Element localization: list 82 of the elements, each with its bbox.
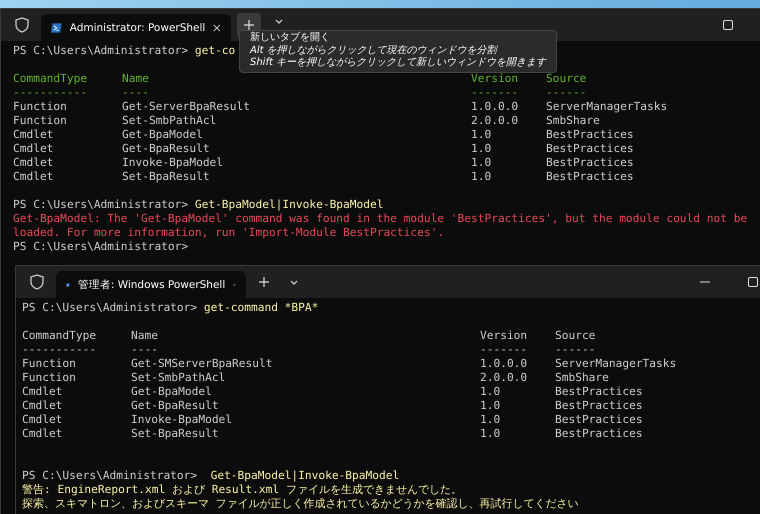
prompt-text: PS C:\Users\Administrator> [13,198,190,211]
table-cell: 1.0 [480,399,500,412]
table-cell: BestPractices [546,128,634,141]
table-cell: 2.0.0.0 [471,114,518,127]
terminal-tab[interactable]: Administrator: PowerShell [41,14,231,42]
column-header: Source [546,72,586,85]
column-header: Name [122,72,149,85]
table-cell: Set-SmbPathAcl [122,114,216,127]
table-cell: Cmdlet [13,156,54,169]
table-cell: BestPractices [555,427,643,440]
command-text: Get-BpaModel|Invoke-BpaModel [210,469,400,482]
table-cell: Function [13,114,67,127]
error-message: Get-BpaModel: The 'Get-BpaModel' command was found in the module 'BestPractices', but the module could not be [13,212,748,226]
column-header: Name [131,329,158,342]
table-cell: Set-BpaResult [122,170,210,183]
header-underline: ---- [122,86,149,99]
table-cell: Set-SmbPathAcl [131,371,226,384]
column-header: CommandType [13,72,88,85]
table-cell: 1.0 [480,413,500,426]
table-cell: 1.0 [480,385,500,398]
column-header: Version [480,329,528,342]
command-text: Get-BpaModel|Invoke-BpaModel [194,198,384,211]
table-cell: 1.0.0.0 [471,100,518,113]
table-cell: 1.0.0.0 [480,357,528,370]
table-cell: Function [13,100,67,113]
header-underline: ------ [555,343,596,356]
table-cell: ServerManagerTasks [546,100,668,113]
header-underline: ----------- [22,343,96,356]
table-cell: Cmdlet [13,128,54,141]
table-cell: Get-ServerBpaResult [122,100,250,113]
table-cell: Function [22,371,76,384]
command-text: get-command *BPA* [204,301,318,314]
prompt-text: PS C:\Users\Administrator> [22,301,198,314]
prompt-text: PS C:\Users\Administrator> [13,240,190,253]
table-cell: 1.0 [471,142,492,155]
column-header: Source [555,329,596,342]
warning-message: 警告: EngineReport.xml および Result.xml ファイルを生成できませんでした。 [22,483,463,497]
terminal-tab[interactable]: 管理者: Windows PowerShell [56,271,246,299]
header-underline: ------ [546,86,586,99]
header-underline: ------- [471,86,518,99]
table-cell: 1.0 [480,427,500,440]
table-cell: Get-BpaResult [122,142,210,155]
table-cell: Cmdlet [13,142,54,155]
table-cell: BestPractices [546,156,634,169]
table-cell: Set-BpaResult [131,427,219,440]
header-underline: ---- [131,343,158,356]
table-cell: Cmdlet [13,170,54,183]
table-cell: SmbShare [555,371,609,384]
command-text: get-co [194,44,236,57]
table-cell: 1.0 [471,128,492,141]
table-cell: Cmdlet [22,399,62,412]
table-cell: Cmdlet [22,427,62,440]
table-cell: BestPractices [555,399,643,412]
table-cell: 1.0 [471,170,492,183]
tooltip-text: Alt を押しながらクリックして現在のウィンドウを分割 [250,44,499,56]
header-underline: ------- [480,343,528,356]
prompt-text: PS C:\Users\Administrator> [13,44,190,57]
table-cell: BestPractices [555,413,643,426]
table-cell: BestPractices [546,142,634,155]
table-cell: ServerManagerTasks [555,357,676,370]
warning-message: 探索、スキマトロン、およびスキーマ ファイルが正しく作成されているかどうかを確認し、再試行してください [22,497,580,511]
table-cell: Cmdlet [22,413,62,426]
tooltip-text: Shift キーを押しながらクリックして新しいウィンドウを開きます [250,57,546,70]
error-message: loaded. For more information, run 'Import-Module BestPractices'. [13,226,446,240]
table-cell: Get-BpaResult [131,399,219,412]
table-cell: Invoke-BpaModel [131,413,232,426]
table-cell: Get-SMServerBpaResult [131,357,272,370]
table-cell: Function [22,357,76,370]
prompt-text: PS C:\Users\Administrator> [22,469,198,482]
table-cell: BestPractices [546,170,634,183]
table-cell: 2.0.0.0 [480,371,528,384]
tooltip-title: 新しいタブを開く [250,32,331,44]
table-cell: 1.0 [471,156,492,169]
table-cell: Get-BpaModel [122,128,203,141]
header-underline: ----------- [13,86,88,99]
table-cell: Get-BpaModel [131,385,212,398]
table-cell: Invoke-BpaModel [122,156,224,169]
column-header: Version [471,72,518,85]
table-cell: BestPractices [555,385,643,398]
column-header: CommandType [22,329,96,342]
table-cell: SmbShare [546,114,600,127]
table-cell: Cmdlet [22,385,62,398]
